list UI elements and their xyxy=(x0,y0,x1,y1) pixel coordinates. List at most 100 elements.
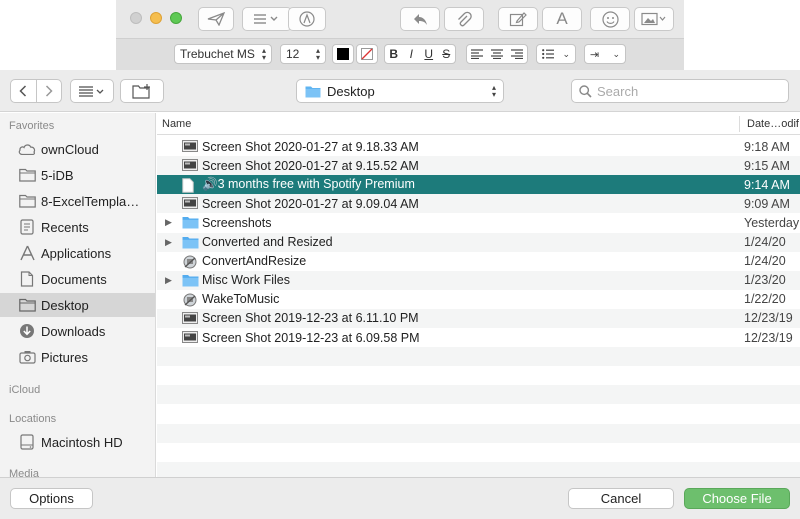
new-folder-button[interactable] xyxy=(120,79,164,103)
file-row[interactable]: Screen Shot 2020-01-27 at 9.15.52 AM 9:15… xyxy=(157,156,800,176)
search-field[interactable]: Search xyxy=(571,79,789,103)
folder-icon xyxy=(305,86,321,97)
reply-icon xyxy=(414,14,427,25)
file-name: Screen Shot 2020-01-27 at 9.09.04 AM xyxy=(202,196,419,211)
background-color-button[interactable] xyxy=(356,44,378,64)
sidebar-item-applications[interactable]: Applications xyxy=(0,241,155,265)
align-left-icon[interactable] xyxy=(471,49,483,59)
underline-button[interactable]: U xyxy=(420,47,438,61)
file-name: Converted and Resized xyxy=(202,235,333,249)
font-panel-button[interactable]: A xyxy=(542,7,582,31)
open-file-dialog: Desktop ▴ ▾ Search Favorites ownCloud 5-iD… xyxy=(0,70,800,519)
file-row[interactable]: Screen Shot 2019-12-23 at 6.09.58 PM 12/2… xyxy=(157,328,800,347)
sidebar-item-macintosh-hd[interactable]: Macintosh HD xyxy=(0,430,155,454)
hard-drive-icon xyxy=(18,434,36,450)
cancel-button[interactable]: Cancel xyxy=(568,488,674,509)
file-row[interactable]: ▶ Misc Work Files 1/23/20 xyxy=(157,270,800,290)
sidebar-item-recents[interactable]: Recents xyxy=(0,215,155,239)
photo-browser-button[interactable] xyxy=(634,7,674,31)
send-button[interactable] xyxy=(198,7,234,31)
favorites-heading: Favorites xyxy=(9,120,55,132)
column-divider xyxy=(739,116,740,132)
text-color-button[interactable] xyxy=(332,44,354,64)
date-column-header[interactable]: Date…odif xyxy=(747,118,799,130)
screenshot-icon xyxy=(182,140,198,153)
sidebar-item-label: ownCloud xyxy=(41,141,99,157)
disclosure-triangle-icon[interactable]: ▶ xyxy=(165,275,172,286)
empty-row xyxy=(157,423,800,443)
camera-icon xyxy=(18,349,36,365)
sidebar-item-label: Desktop xyxy=(41,297,89,313)
forward-button[interactable] xyxy=(37,80,62,102)
disclosure-triangle-icon[interactable]: ▶ xyxy=(165,237,172,248)
minimize-window-button[interactable] xyxy=(150,12,162,24)
strikethrough-button[interactable]: S xyxy=(438,47,456,61)
bold-button[interactable]: B xyxy=(385,47,403,61)
smiley-icon xyxy=(601,10,619,28)
folder-icon xyxy=(182,236,199,249)
file-name: WakeToMusic xyxy=(202,292,280,307)
markup-button[interactable] xyxy=(288,7,326,31)
sidebar-item-desktop[interactable]: Desktop xyxy=(0,293,155,317)
cloud-icon xyxy=(18,141,36,157)
file-date: 12/23/19 xyxy=(744,330,793,345)
list-view-icon xyxy=(79,86,104,97)
choose-file-button[interactable]: Choose File xyxy=(684,488,790,509)
name-column-header[interactable]: Name xyxy=(162,118,191,130)
locations-heading: Locations xyxy=(9,413,57,425)
sidebar-item-5-idb[interactable]: 5-iDB xyxy=(0,163,155,187)
sidebar-item-owncloud[interactable]: ownCloud xyxy=(0,137,155,161)
indent-menu[interactable]: ⇥ ⌄ xyxy=(584,44,626,64)
file-date: 1/22/20 xyxy=(744,292,786,307)
font-size-select[interactable]: 12 ▴ ▾ xyxy=(280,44,326,64)
file-row[interactable]: Screen Shot 2019-12-23 at 6.11.10 PM 12/2… xyxy=(157,308,800,328)
file-name: ConvertAndResize xyxy=(202,254,307,269)
file-row[interactable]: Screen Shot 2020-01-27 at 9.18.33 AM 9:18… xyxy=(157,137,800,156)
location-popup[interactable]: Desktop ▴ ▾ xyxy=(296,79,504,103)
alignment-group xyxy=(466,44,528,64)
folder-icon xyxy=(18,167,36,183)
file-row[interactable]: 🔊3 months free with Spotify Premium 9:14 … xyxy=(157,175,800,195)
sidebar-item-documents[interactable]: Documents xyxy=(0,267,155,291)
font-family-select[interactable]: Trebuchet MS ▴ ▾ xyxy=(174,44,272,64)
emoji-button[interactable] xyxy=(590,7,630,31)
disclosure-triangle-icon[interactable]: ▶ xyxy=(165,217,172,228)
empty-row xyxy=(157,385,800,405)
photo-icon xyxy=(641,12,666,26)
sidebar-item-label: 8-ExcelTempla… xyxy=(41,193,140,209)
desktop-icon xyxy=(18,297,36,313)
file-row[interactable]: ConvertAndResize 1/24/20 xyxy=(157,252,800,271)
italic-button[interactable]: I xyxy=(403,47,421,61)
zoom-window-button[interactable] xyxy=(170,12,182,24)
file-row[interactable]: ▶ Screenshots Yesterday xyxy=(157,213,800,232)
file-name: Misc Work Files xyxy=(202,273,290,288)
reply-button[interactable] xyxy=(400,7,440,31)
file-date: 9:18 AM xyxy=(744,139,790,154)
view-options-button[interactable] xyxy=(70,79,114,103)
chevron-left-icon xyxy=(19,85,27,97)
sidebar-item-label: Recents xyxy=(41,219,89,235)
text-style-group: B I U S xyxy=(384,44,456,64)
color-swatch-icon xyxy=(337,48,349,60)
file-name: 🔊3 months free with Spotify Premium xyxy=(202,177,415,192)
sidebar-item-pictures[interactable]: Pictures xyxy=(0,345,155,369)
options-button[interactable]: Options xyxy=(10,488,93,509)
align-right-icon[interactable] xyxy=(511,49,523,59)
sidebar-item-8-exceltempla[interactable]: 8-ExcelTempla… xyxy=(0,189,155,213)
location-label: Desktop xyxy=(327,83,375,99)
back-button[interactable] xyxy=(11,80,37,102)
annotate-button[interactable] xyxy=(498,7,538,31)
file-row[interactable]: WakeToMusic 1/22/20 xyxy=(157,290,800,309)
file-row[interactable]: Screen Shot 2020-01-27 at 9.09.04 AM 9:09… xyxy=(157,194,800,214)
attach-button[interactable] xyxy=(444,7,484,31)
media-heading: Media xyxy=(9,468,39,477)
file-row[interactable]: ▶ Converted and Resized 1/24/20 xyxy=(157,232,800,252)
header-fields-menu[interactable] xyxy=(242,7,292,31)
sidebar-item-downloads[interactable]: Downloads xyxy=(0,319,155,343)
list-style-menu[interactable]: ⌄ xyxy=(536,44,576,64)
dialog-toolbar: Desktop ▴ ▾ Search xyxy=(0,70,800,112)
close-window-button[interactable] xyxy=(130,12,142,24)
folder-icon xyxy=(182,216,199,229)
align-center-icon[interactable] xyxy=(491,49,503,59)
chevron-down-icon: ⌄ xyxy=(612,48,620,59)
